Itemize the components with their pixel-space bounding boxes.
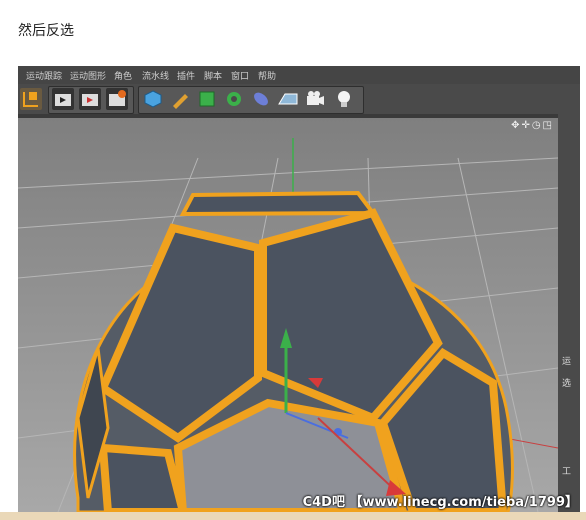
pen-spline-icon[interactable] <box>169 88 191 110</box>
post-caption: 然后反选 <box>18 23 74 39</box>
menu-help[interactable]: 帮助 <box>258 69 276 82</box>
panel-tab-2[interactable]: 选 <box>562 376 571 389</box>
menu-bar: 运动跟踪 运动图形 角色 流水线 插件 脚本 窗口 帮助 <box>18 66 580 84</box>
menu-character[interactable]: 角色 <box>114 69 132 82</box>
cube-icon[interactable] <box>142 88 164 110</box>
menu-plugins[interactable]: 插件 <box>177 69 195 82</box>
viewport-navigation-icons[interactable]: ✥✛◷◳ <box>511 120 554 131</box>
render-picture-viewer-icon[interactable] <box>79 88 101 110</box>
panel-tab-1[interactable]: 运 <box>562 354 571 367</box>
coordinate-system-icon[interactable] <box>20 88 42 110</box>
menu-motion-tracking[interactable]: 运动跟踪 <box>26 69 62 82</box>
attribute-panel-strip: 运 选 工 <box>558 84 580 512</box>
camera-icon[interactable] <box>304 88 326 110</box>
menu-mograph[interactable]: 运动图形 <box>70 69 106 82</box>
3d-viewport[interactable]: ✥✛◷◳ <box>18 118 558 512</box>
render-settings-icon[interactable] <box>106 88 128 110</box>
panel-tab-3[interactable]: 工 <box>562 464 571 477</box>
array-icon[interactable] <box>223 88 245 110</box>
menu-script[interactable]: 脚本 <box>204 69 222 82</box>
menu-pipeline[interactable]: 流水线 <box>142 69 169 82</box>
subdivision-icon[interactable] <box>196 88 218 110</box>
cinema4d-window: 运动跟踪 运动图形 角色 流水线 插件 脚本 窗口 帮助 ✥✛◷◳ 运 选 工 <box>18 66 580 512</box>
toolbar <box>18 84 580 114</box>
render-view-icon[interactable] <box>52 88 74 110</box>
watermark-text: C4D吧 【www.linecg.com/tieba/1799】 <box>302 495 578 510</box>
viewport-scene <box>18 118 558 512</box>
light-icon[interactable] <box>333 88 355 110</box>
page-bottom-border <box>0 512 586 520</box>
deformer-icon[interactable] <box>250 88 272 110</box>
floor-icon[interactable] <box>277 88 299 110</box>
menu-window[interactable]: 窗口 <box>231 69 249 82</box>
